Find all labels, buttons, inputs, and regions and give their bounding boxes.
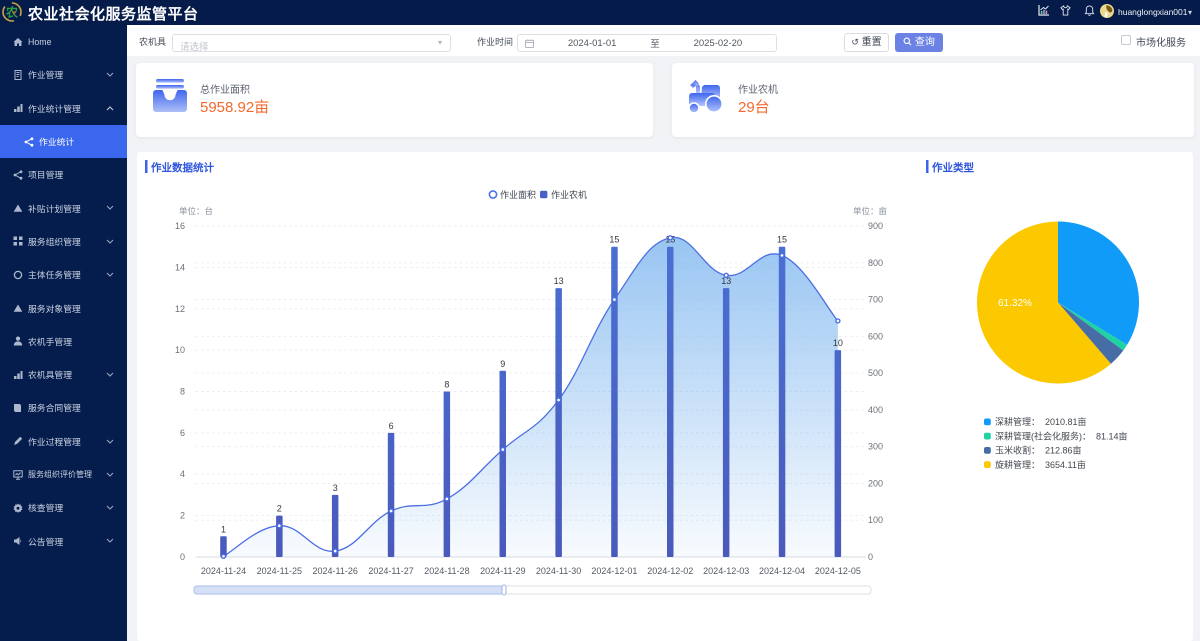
svg-text:3: 3 bbox=[333, 483, 338, 493]
svg-text:2024-12-04: 2024-12-04 bbox=[759, 566, 805, 576]
svg-text:玉米收割： 212.86亩: 玉米收割： 212.86亩 bbox=[995, 445, 1082, 456]
svg-text:2024-11-29: 2024-11-29 bbox=[480, 566, 525, 576]
svg-text:2024-11-30: 2024-11-30 bbox=[536, 566, 581, 576]
svg-text:10: 10 bbox=[833, 338, 843, 348]
svg-text:2024-11-26: 2024-11-26 bbox=[313, 566, 358, 576]
svg-text:作业数据统计: 作业数据统计 bbox=[151, 161, 214, 174]
svg-text:10: 10 bbox=[175, 345, 185, 355]
svg-text:12: 12 bbox=[175, 304, 185, 314]
svg-text:13: 13 bbox=[554, 276, 564, 286]
svg-text:2024-11-25: 2024-11-25 bbox=[257, 566, 302, 576]
svg-text:深耕管理： 2010.81亩: 深耕管理： 2010.81亩 bbox=[995, 416, 1087, 427]
svg-text:100: 100 bbox=[868, 515, 883, 525]
svg-text:作业农机: 作业农机 bbox=[551, 189, 587, 200]
svg-text:2024-12-02: 2024-12-02 bbox=[647, 566, 693, 576]
svg-text:800: 800 bbox=[868, 258, 883, 268]
svg-text:700: 700 bbox=[868, 295, 883, 305]
svg-text:2024-12-05: 2024-12-05 bbox=[815, 566, 861, 576]
svg-text:900: 900 bbox=[868, 221, 883, 231]
svg-text:9: 9 bbox=[500, 359, 505, 369]
svg-text:0: 0 bbox=[868, 552, 873, 562]
svg-text:16: 16 bbox=[175, 221, 185, 231]
svg-text:旋耕管理： 3654.11亩: 旋耕管理： 3654.11亩 bbox=[995, 459, 1086, 470]
svg-text:农: 农 bbox=[5, 5, 18, 20]
svg-text:200: 200 bbox=[868, 478, 883, 488]
svg-text:作业面积: 作业面积 bbox=[500, 189, 536, 200]
svg-text:6: 6 bbox=[389, 421, 394, 431]
svg-text:单位：亩: 单位：亩 bbox=[853, 206, 887, 216]
svg-text:4: 4 bbox=[180, 469, 185, 479]
svg-text:2: 2 bbox=[277, 504, 282, 514]
svg-text:8: 8 bbox=[444, 380, 449, 390]
svg-text:2024-11-24: 2024-11-24 bbox=[201, 566, 246, 576]
svg-text:14: 14 bbox=[175, 262, 185, 272]
svg-text:300: 300 bbox=[868, 442, 883, 452]
svg-text:2024-11-28: 2024-11-28 bbox=[424, 566, 469, 576]
svg-text:2024-12-03: 2024-12-03 bbox=[703, 566, 749, 576]
svg-text:0: 0 bbox=[180, 552, 185, 562]
svg-text:400: 400 bbox=[868, 405, 883, 415]
svg-text:6: 6 bbox=[180, 428, 185, 438]
svg-text:8: 8 bbox=[180, 387, 185, 397]
svg-text:600: 600 bbox=[868, 331, 883, 341]
svg-text:单位：台: 单位：台 bbox=[179, 206, 213, 216]
svg-text:2024-11-27: 2024-11-27 bbox=[368, 566, 413, 576]
svg-text:2: 2 bbox=[180, 511, 185, 521]
svg-text:1: 1 bbox=[221, 524, 226, 534]
svg-text:2024-12-01: 2024-12-01 bbox=[591, 566, 637, 576]
svg-text:15: 15 bbox=[777, 235, 787, 245]
svg-text:61.32%: 61.32% bbox=[998, 298, 1032, 309]
svg-text:15: 15 bbox=[609, 235, 619, 245]
svg-text:500: 500 bbox=[868, 368, 883, 378]
svg-text:深耕管理(社会化服务)： 81.14亩: 深耕管理(社会化服务)： 81.14亩 bbox=[995, 430, 1128, 441]
svg-text:作业类型: 作业类型 bbox=[932, 161, 974, 174]
